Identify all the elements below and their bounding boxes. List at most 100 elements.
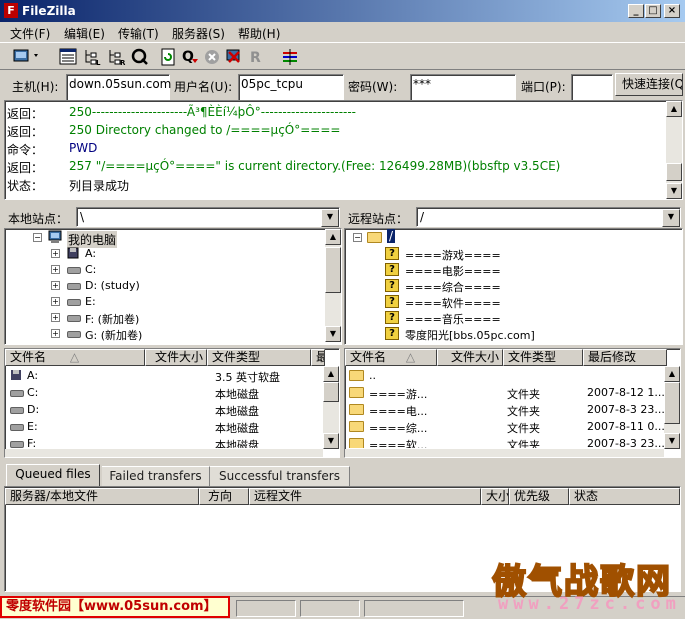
- local-col-name[interactable]: 文件名 △: [5, 349, 145, 366]
- scroll-down-icon[interactable]: ▼: [323, 433, 339, 449]
- maximize-button[interactable]: □: [645, 4, 661, 18]
- scroll-down-icon[interactable]: ▼: [664, 433, 680, 449]
- toggle-queue-icon[interactable]: [130, 47, 150, 67]
- collapse-icon[interactable]: −: [353, 233, 362, 242]
- reconnect-icon[interactable]: R: [246, 47, 266, 67]
- scroll-up-icon[interactable]: ▲: [323, 366, 339, 382]
- local-col-modified[interactable]: 最: [311, 349, 325, 366]
- expand-icon[interactable]: +: [51, 297, 60, 306]
- local-path-input[interactable]: \: [76, 207, 340, 227]
- port-label: 端口(P):: [521, 80, 566, 94]
- compare-icon[interactable]: [280, 47, 300, 67]
- local-tree-scrollbar[interactable]: ▲ ▼: [325, 229, 341, 342]
- scroll-thumb[interactable]: [325, 247, 341, 293]
- local-list-scrollbar[interactable]: ▲ ▼: [323, 366, 339, 449]
- menu-help[interactable]: 帮助(H): [238, 25, 280, 42]
- svg-text:L: L: [96, 59, 101, 67]
- tab-failed-transfers[interactable]: Failed transfers: [102, 466, 210, 486]
- expand-icon[interactable]: +: [51, 265, 60, 274]
- expand-icon[interactable]: +: [51, 249, 60, 258]
- folder-icon: [349, 438, 364, 448]
- queue-col-size[interactable]: 大小: [481, 488, 509, 505]
- username-input[interactable]: 05pc_tcpu: [238, 74, 344, 101]
- site-manager-icon[interactable]: [10, 47, 44, 67]
- local-col-type[interactable]: 文件类型: [207, 349, 311, 366]
- status-cell: [236, 600, 296, 617]
- quickconnect-button[interactable]: 快速连接(Q): [615, 73, 683, 96]
- scroll-up-icon[interactable]: ▲: [664, 366, 680, 382]
- remote-path-dropdown-icon[interactable]: ▼: [662, 209, 680, 227]
- queue-col-direction[interactable]: 方向: [199, 488, 249, 505]
- queue-col-remote[interactable]: 远程文件: [249, 488, 481, 505]
- toggle-local-tree-icon[interactable]: L: [82, 47, 102, 67]
- menu-edit[interactable]: 编辑(E): [64, 25, 105, 42]
- toggle-remote-tree-icon[interactable]: R: [106, 47, 126, 67]
- folder-open-icon: [367, 232, 382, 243]
- queue-col-status[interactable]: 状态: [569, 488, 680, 505]
- minimize-button[interactable]: _: [628, 4, 644, 18]
- remote-path-input[interactable]: /: [416, 207, 681, 227]
- collapse-icon[interactable]: −: [33, 233, 42, 242]
- expand-icon[interactable]: +: [51, 329, 60, 338]
- remote-col-name[interactable]: 文件名 △: [345, 349, 437, 366]
- remote-col-size[interactable]: 文件大小: [437, 349, 503, 366]
- tab-queued-files[interactable]: Queued files: [6, 464, 100, 486]
- password-input[interactable]: ***: [410, 74, 516, 101]
- quickconnect-bar: 主机(H): down.05sun.com 用户名(U): 05pc_tcpu …: [0, 71, 685, 101]
- toolbar: L R Q R: [0, 42, 685, 70]
- table-row[interactable]: ====电... 文件夹 2007-8-3 23...: [349, 402, 667, 418]
- local-col-size[interactable]: 文件大小: [145, 349, 207, 366]
- remote-list-scrollbar[interactable]: ▲ ▼: [664, 366, 680, 449]
- watermark-logo: 傲气战歌网 www.27zc.com: [488, 554, 680, 616]
- tab-successful-transfers[interactable]: Successful transfers: [210, 466, 350, 486]
- remote-list-hscrollbar[interactable]: [345, 449, 664, 457]
- scroll-down-icon[interactable]: ▼: [325, 326, 341, 342]
- remote-col-type[interactable]: 文件类型: [503, 349, 583, 366]
- scroll-down-icon[interactable]: ▼: [666, 183, 682, 199]
- app-icon: F: [4, 3, 18, 18]
- table-row[interactable]: E: 本地磁盘: [9, 419, 329, 435]
- local-path-dropdown-icon[interactable]: ▼: [321, 209, 339, 227]
- unknown-folder-icon: ?: [385, 295, 399, 308]
- scroll-thumb[interactable]: [666, 163, 682, 181]
- table-row[interactable]: ====综... 文件夹 2007-8-11 0...: [349, 419, 667, 435]
- unknown-folder-icon: ?: [385, 247, 399, 260]
- local-site-label: 本地站点：: [8, 212, 69, 226]
- port-input[interactable]: [571, 74, 613, 101]
- menu-server[interactable]: 服务器(S): [172, 25, 225, 42]
- table-row[interactable]: A: 3.5 英寸软盘: [9, 368, 329, 384]
- log-scrollbar[interactable]: ▲ ▼: [666, 101, 682, 199]
- host-input[interactable]: down.05sun.com: [66, 74, 171, 101]
- table-row[interactable]: ..: [349, 368, 667, 384]
- queue-col-server-local[interactable]: 服务器/本地文件: [5, 488, 199, 505]
- table-row[interactable]: F: 本地磁盘: [9, 436, 329, 448]
- expand-icon[interactable]: +: [51, 313, 60, 322]
- queue-col-priority[interactable]: 优先级: [509, 488, 569, 505]
- scroll-up-icon[interactable]: ▲: [666, 101, 682, 117]
- remote-tree: − / ? ====游戏==== ? ====电影==== ? ====综合==…: [344, 228, 683, 345]
- close-button[interactable]: ×: [664, 4, 680, 18]
- scroll-up-icon[interactable]: ▲: [325, 229, 341, 245]
- unknown-folder-icon: ?: [385, 311, 399, 324]
- table-row[interactable]: ====游... 文件夹 2007-8-12 1...: [349, 385, 667, 401]
- menu-transfer[interactable]: 传输(T): [118, 25, 159, 42]
- refresh-icon[interactable]: [158, 47, 178, 67]
- local-list-hscrollbar[interactable]: [5, 449, 323, 457]
- expand-icon[interactable]: +: [51, 281, 60, 290]
- toggle-log-icon[interactable]: [58, 47, 78, 67]
- floppy-icon: [11, 370, 21, 380]
- table-row[interactable]: C: 本地磁盘: [9, 385, 329, 401]
- cancel-icon[interactable]: [202, 47, 222, 67]
- remote-tree-root[interactable]: /: [387, 229, 396, 243]
- table-row[interactable]: ====软... 文件夹 2007-8-3 23...: [349, 436, 667, 448]
- scroll-thumb[interactable]: [323, 382, 339, 402]
- menu-file[interactable]: 文件(F): [10, 25, 50, 42]
- table-row[interactable]: D: 本地磁盘: [9, 402, 329, 418]
- title-bar: F FileZilla _ □ ×: [0, 0, 685, 22]
- scroll-thumb[interactable]: [664, 382, 680, 424]
- svg-text:R: R: [250, 50, 261, 66]
- process-queue-icon[interactable]: Q: [180, 47, 200, 67]
- unknown-folder-icon: ?: [385, 263, 399, 276]
- disconnect-icon[interactable]: [224, 47, 244, 67]
- remote-col-modified[interactable]: 最后修改: [583, 349, 667, 366]
